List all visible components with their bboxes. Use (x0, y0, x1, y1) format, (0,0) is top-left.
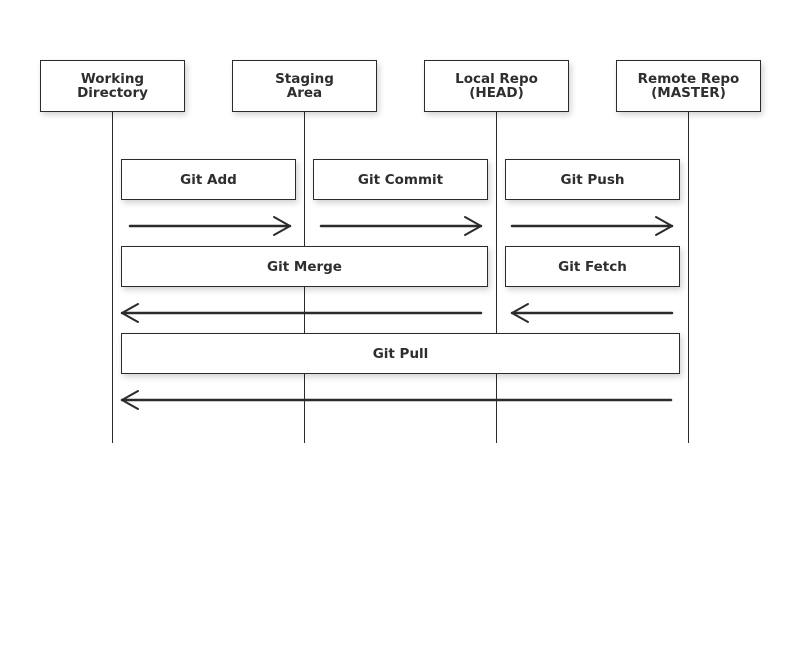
actor-remote-repo: Remote Repo (MASTER) (616, 60, 761, 112)
message-git-merge: Git Merge (121, 246, 488, 287)
lifeline-local-repo (496, 111, 497, 443)
arrow-git-merge (120, 303, 483, 323)
actor-label: Staging Area (275, 71, 334, 101)
actor-working-directory: Working Directory (40, 60, 185, 112)
message-label: Git Commit (357, 171, 444, 188)
arrow-git-push (510, 216, 674, 236)
actor-staging-area: Staging Area (232, 60, 377, 112)
actor-label: Working Directory (77, 71, 148, 101)
lifeline-remote-repo (688, 111, 689, 443)
actor-label: Local Repo (HEAD) (455, 71, 538, 101)
message-git-add: Git Add (121, 159, 296, 200)
message-git-commit: Git Commit (313, 159, 488, 200)
message-label: Git Merge (267, 258, 342, 275)
arrow-git-add (128, 216, 292, 236)
message-git-push: Git Push (505, 159, 680, 200)
message-label: Git Add (180, 171, 237, 188)
message-label: Git Push (560, 171, 625, 188)
actor-local-repo: Local Repo (HEAD) (424, 60, 569, 112)
arrow-git-fetch (510, 303, 674, 323)
message-label: Git Pull (372, 345, 429, 362)
lifeline-working-directory (112, 111, 113, 443)
message-git-pull: Git Pull (121, 333, 680, 374)
message-label: Git Fetch (558, 258, 627, 275)
message-git-fetch: Git Fetch (505, 246, 680, 287)
actor-label: Remote Repo (MASTER) (637, 71, 740, 101)
arrow-git-commit (319, 216, 483, 236)
arrow-git-pull (120, 390, 673, 410)
